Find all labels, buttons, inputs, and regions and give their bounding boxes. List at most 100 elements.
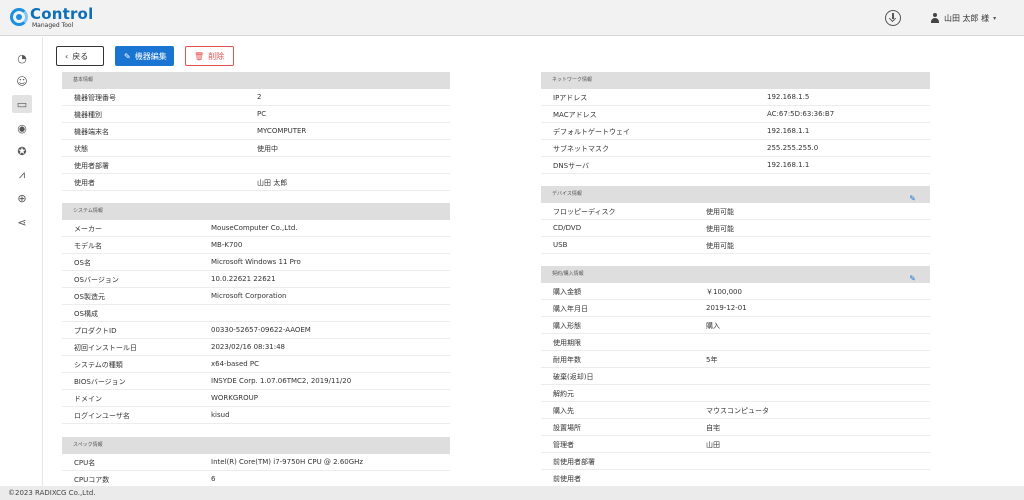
footer: ©2023 RADIXCG Co.,Ltd. — [0, 486, 1024, 500]
row-value: Microsoft Corporation — [211, 292, 287, 300]
row-value: 10.0.22621 22621 — [211, 275, 276, 283]
section-title: スペック情報 — [73, 442, 103, 448]
download-icon[interactable] — [885, 10, 901, 26]
delete-button[interactable]: 🗑 削除 — [185, 46, 234, 66]
row-label: 初回インストール日 — [74, 344, 137, 352]
row-label: メーカー — [74, 225, 102, 233]
row-value: 192.168.1.1 — [767, 127, 810, 135]
row-value: PC — [257, 110, 267, 118]
row-value: 192.168.1.5 — [767, 93, 810, 101]
row-label: フロッピーディスク — [553, 208, 616, 216]
row-label: モデル名 — [74, 242, 102, 250]
section-header: 基本情報 — [62, 72, 450, 89]
sidebar-item-dashboard[interactable]: ◔ — [12, 49, 32, 67]
person-icon — [930, 12, 940, 24]
table-row: 初回インストール日 2023/02/16 08:31:48 — [62, 339, 450, 356]
section-header: システム情報 — [62, 203, 450, 220]
back-button[interactable]: ‹ 戻る — [56, 46, 104, 66]
table-row: 購入先 マウスコンピュータ — [541, 402, 930, 419]
share-icon: ⋖ — [17, 215, 27, 229]
sidebar: ◔ ☺ ▭ ◉ ✪ ⩘ ⊕ ⋖ — [0, 37, 43, 487]
sidebar-item-users[interactable]: ☺ — [12, 72, 32, 90]
row-label: 耐用年数 — [553, 356, 581, 364]
row-value: 山田 — [706, 441, 720, 449]
copyright-text: ©2023 RADIXCG Co.,Ltd. — [8, 489, 96, 497]
sidebar-item-network[interactable]: ⊕ — [12, 189, 32, 207]
sidebar-item-share[interactable]: ⋖ — [12, 213, 32, 231]
row-value: Intel(R) Core(TM) i7-9750H CPU @ 2.60GHz — [211, 458, 364, 466]
pencil-icon: ✎ — [124, 51, 131, 61]
row-label: ログインユーザ名 — [74, 412, 130, 420]
table-row: OS名 Microsoft Windows 11 Pro — [62, 254, 450, 271]
row-value: 2023/02/16 08:31:48 — [211, 343, 286, 351]
trash-icon: 🗑 — [194, 51, 205, 61]
table-row: 設置場所 自宅 — [541, 419, 930, 436]
row-value: 山田 太郎 — [257, 179, 288, 187]
top-header: Control Managed Tool 山田 太郎 様 ▾ — [0, 0, 1024, 36]
section-title: システム情報 — [73, 208, 103, 214]
table-row: 破棄(返却)日 — [541, 368, 930, 385]
table-row: 機器端末名 MYCOMPUTER — [62, 123, 450, 140]
row-label: BIOSバージョン — [74, 378, 126, 386]
contract-info-section: 契約/購入情報 ✎ 購入金額 ￥100,000 購入年月日 2019-12-01 購入… — [541, 266, 930, 487]
badge-icon: ✪ — [17, 144, 27, 158]
section-title: ネットワーク情報 — [552, 77, 593, 83]
row-value: 255.255.255.0 — [767, 144, 819, 152]
row-value: 6 — [211, 475, 216, 483]
row-value: 5年 — [706, 356, 718, 364]
sidebar-item-disc[interactable]: ◉ — [12, 119, 32, 137]
row-label: CPUコア数 — [74, 476, 110, 484]
back-button-label: 戻る — [72, 51, 89, 61]
row-label: 管理者 — [553, 441, 574, 449]
row-value: 使用可能 — [706, 208, 734, 216]
table-row: 機器管理番号 2 — [62, 89, 450, 106]
row-value: 192.168.1.1 — [767, 161, 810, 169]
network-info-section: ネットワーク情報 IPアドレス 192.168.1.5 MACアドレス AC:67:… — [541, 72, 930, 174]
table-row: 解約元 — [541, 385, 930, 402]
row-label: IPアドレス — [553, 94, 588, 102]
users-group-icon: ☺ — [16, 74, 28, 88]
row-label: 購入金額 — [553, 288, 581, 296]
row-value: Microsoft Windows 11 Pro — [211, 258, 301, 266]
row-value: 00330-52657-09622-AAOEM — [211, 326, 311, 334]
row-label: サブネットマスク — [553, 145, 609, 153]
basic-info-section: 基本情報 機器管理番号 2 機器種別 PC 機器端末名 MYCOMPUTER 状態 使用… — [62, 72, 450, 191]
logo-title: Control — [30, 5, 94, 23]
row-label: ドメイン — [74, 395, 102, 403]
row-label: システムの種類 — [74, 361, 123, 369]
row-label: 解約元 — [553, 390, 574, 398]
section-header: ネットワーク情報 — [541, 72, 930, 89]
row-label: OS構成 — [74, 310, 98, 318]
spec-info-section: スペック情報 CPU名 Intel(R) Core(TM) i7-9750H CP… — [62, 437, 450, 488]
delete-button-label: 削除 — [208, 51, 225, 61]
row-value: 使用可能 — [706, 242, 734, 250]
edit-device-button[interactable]: ✎ 機器編集 — [115, 46, 174, 66]
sidebar-item-award[interactable]: ✪ — [12, 142, 32, 160]
table-row: プロダクトID 00330-52657-09622-AAOEM — [62, 322, 450, 339]
row-label: 購入形態 — [553, 322, 581, 330]
table-row: 状態 使用中 — [62, 140, 450, 157]
row-label: OS製造元 — [74, 293, 105, 301]
table-row: 購入金額 ￥100,000 — [541, 283, 930, 300]
table-row: IPアドレス 192.168.1.5 — [541, 89, 930, 106]
row-value: INSYDE Corp. 1.07.06TMC2, 2019/11/20 — [211, 377, 352, 385]
row-label: 機器端末名 — [74, 128, 109, 136]
row-label: USB — [553, 241, 568, 249]
section-header: デバイス情報 ✎ — [541, 186, 930, 203]
sidebar-item-reports[interactable]: ⩘ — [12, 166, 32, 184]
sidebar-item-devices[interactable]: ▭ — [12, 95, 32, 113]
row-label: 破棄(返却)日 — [553, 373, 594, 381]
user-menu[interactable]: 山田 太郎 様 ▾ — [930, 11, 996, 25]
app-logo[interactable]: Control Managed Tool — [10, 5, 120, 32]
table-row: 購入形態 購入 — [541, 317, 930, 334]
table-row: 使用期限 — [541, 334, 930, 351]
row-value: ￥100,000 — [706, 288, 742, 296]
row-value: kisud — [211, 411, 230, 419]
table-row: DNSサーバ 192.168.1.1 — [541, 157, 930, 174]
edit-device-button-label: 機器編集 — [134, 51, 167, 61]
chevron-down-icon: ▾ — [993, 14, 997, 22]
row-value: 2 — [257, 93, 262, 101]
row-label: 前使用者部署 — [553, 458, 595, 466]
row-value: 使用可能 — [706, 225, 734, 233]
row-label: 前使用者 — [553, 475, 581, 483]
